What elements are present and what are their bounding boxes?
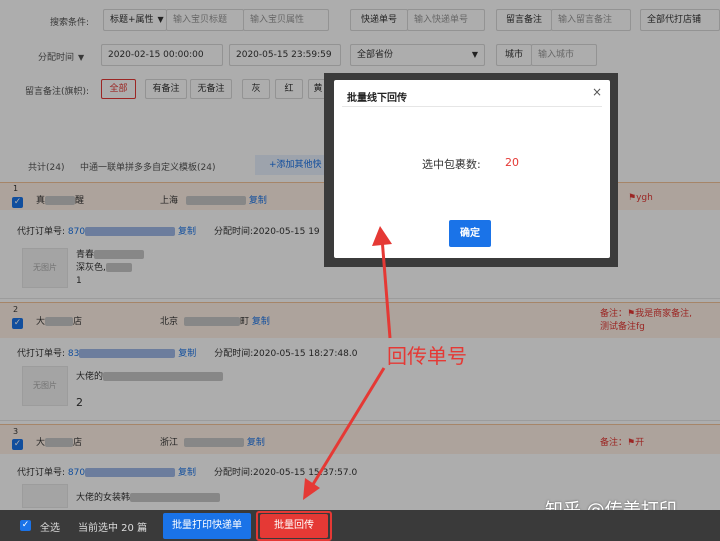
select-all-label[interactable]: 全选 <box>40 519 60 534</box>
bottom-toolbar: ✓ 全选 当前选中 20 篇 批量打印快递单 批量回传 <box>0 510 720 541</box>
arrow-down-head <box>303 478 320 500</box>
arrow-up-head <box>372 226 392 246</box>
arrow-up-line <box>380 237 392 339</box>
annotation-arrows <box>303 226 392 500</box>
select-all-checkbox[interactable]: ✓ <box>20 520 31 531</box>
annotation-text: 回传单号 <box>387 344 467 368</box>
arrow-down-line <box>310 367 386 487</box>
selected-info: 当前选中 20 篇 <box>78 523 148 534</box>
batch-print-button[interactable]: 批量打印快递单 <box>163 513 251 539</box>
batch-return-button[interactable]: 批量回传 <box>260 514 328 538</box>
